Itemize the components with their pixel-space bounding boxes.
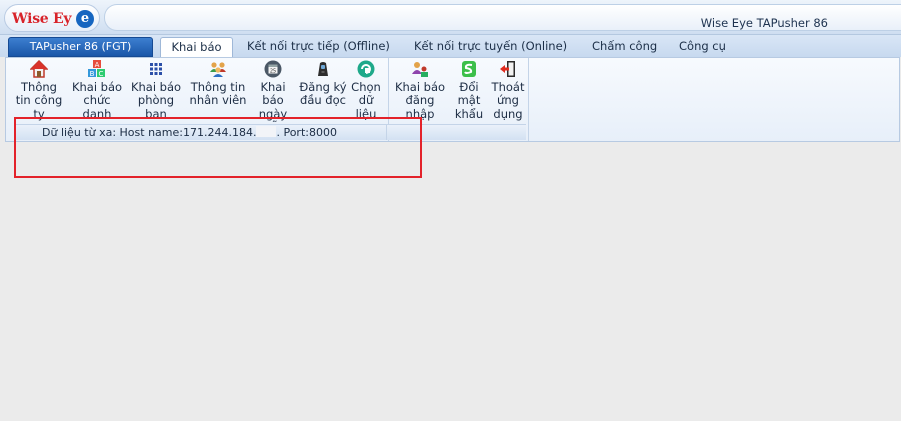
change-password-button[interactable]: Đổi mật khẩu (450, 60, 488, 122)
people-group-icon (209, 60, 227, 78)
wise-eye-logo: Wise Ey e (4, 4, 100, 32)
job-title-button[interactable]: ABC Khai báo chức danh (68, 60, 126, 122)
button-label: Đăng ký đầu đọc (299, 80, 347, 108)
home-icon (29, 60, 49, 78)
tab-cham-cong[interactable]: Chấm công (592, 37, 657, 57)
button-label: Khai báo chức danh (71, 80, 123, 121)
title-bar: Wise Ey e Wise Eye TAPusher 86 (0, 0, 901, 35)
svg-text:A: A (95, 61, 100, 69)
user-login-icon (411, 60, 429, 78)
logo-e-badge: e (76, 10, 94, 28)
button-label: Thoát ứng dụng (491, 80, 525, 121)
button-label: Khai báo đăng nhập (394, 80, 446, 121)
button-label: Thông tin công ty (15, 80, 63, 121)
svg-text:C: C (99, 70, 104, 78)
ribbon-tab-row: TAPusher 86 (FGT) Khai báo Kết nối trực … (0, 35, 901, 57)
button-label: Chọn dữ liệu (351, 80, 381, 121)
svg-text:B: B (90, 70, 95, 78)
change-password-icon (460, 60, 478, 78)
tab-cong-cu[interactable]: Công cụ (679, 37, 726, 57)
button-label: Khai báo phòng ban (130, 80, 182, 121)
exit-app-button[interactable]: Thoát ứng dụng (488, 60, 528, 126)
abc-blocks-icon: ABC (88, 60, 106, 78)
tab-ket-noi-online[interactable]: Kết nối trực tuyến (Online) (414, 37, 567, 57)
fingerprint-reader-icon (314, 60, 332, 78)
logo-text: Wise Ey (12, 11, 72, 27)
button-label: Thông tin nhân viên (189, 80, 247, 108)
company-info-button[interactable]: Thông tin công ty (13, 60, 65, 122)
tab-khai-bao[interactable]: Khai báo (160, 37, 233, 57)
ribbon-group-separator (528, 58, 529, 141)
department-button[interactable]: Khai báo phòng ban (128, 60, 184, 122)
exit-door-icon (499, 60, 517, 78)
highlight-annotation-box (14, 117, 422, 178)
app-menu-button[interactable]: TAPusher 86 (FGT) (8, 37, 153, 57)
title-strip: Wise Eye TAPusher 86 (104, 4, 901, 31)
register-reader-button[interactable]: Đăng ký đầu đọc (297, 60, 349, 122)
tab-ket-noi-offline[interactable]: Kết nối trực tiếp (Offline) (247, 37, 390, 57)
select-data-button[interactable]: Chọn dữ liệu (348, 60, 384, 122)
svg-text:25: 25 (270, 69, 276, 75)
employee-info-button[interactable]: Thông tin nhân viên (188, 60, 248, 122)
calendar-icon: 25 (264, 60, 282, 78)
database-select-icon (357, 60, 375, 78)
login-setup-button[interactable]: Khai báo đăng nhập (393, 60, 447, 122)
grid-icon (147, 60, 165, 78)
window-title: Wise Eye TAPusher 86 (700, 16, 828, 30)
holiday-button[interactable]: 25 Khai báo ngày lễ (253, 60, 293, 122)
button-label: Khai báo ngày lễ (258, 80, 288, 122)
button-label: Đổi mật khẩu (454, 80, 484, 121)
